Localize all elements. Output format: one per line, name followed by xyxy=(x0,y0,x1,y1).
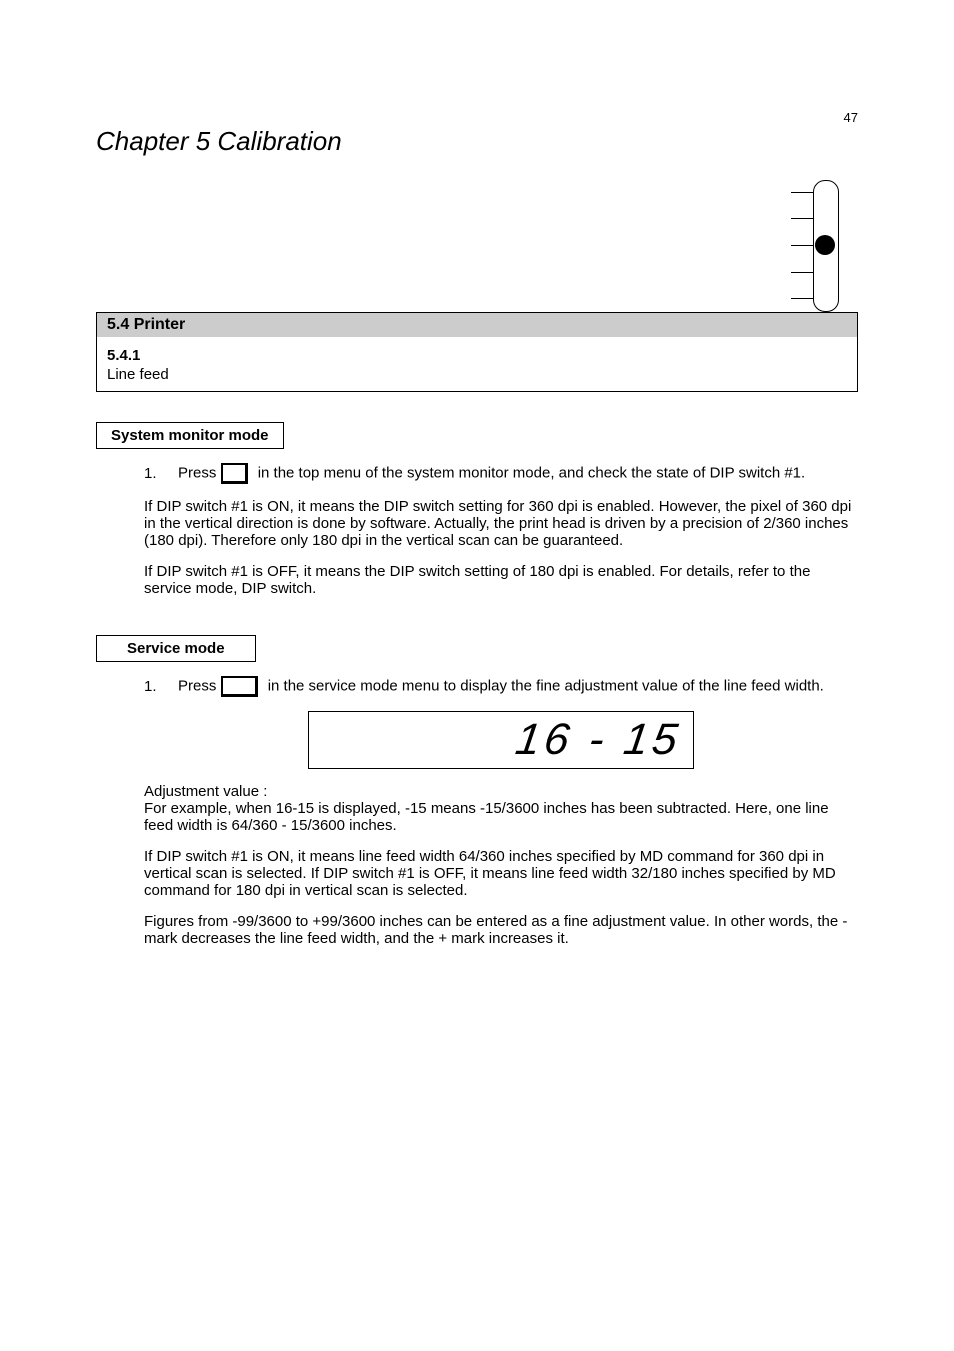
chapter-title: Chapter 5 Calibration xyxy=(96,126,858,157)
step-number: 1. xyxy=(144,465,178,482)
step-text: in the top menu of the system monitor mo… xyxy=(258,464,806,481)
step-1b: 1. Press 16 in the service mode menu to … xyxy=(144,676,858,697)
body-paragraph: If DIP switch #1 is ON, it means line fe… xyxy=(144,848,858,899)
note-paragraph: If DIP switch #1 is OFF, it means the DI… xyxy=(144,563,858,597)
step-number: 1. xyxy=(144,678,178,695)
section-header-box: 5.4 Printer 5.4.1 Line feed xyxy=(96,312,858,392)
mode-box-system-monitor: System monitor mode xyxy=(96,422,284,449)
note-paragraph: If DIP switch #1 is ON, it means the DIP… xyxy=(144,498,858,549)
step-text: Press xyxy=(178,677,221,694)
section-number-title: 5.4 Printer xyxy=(97,313,857,337)
adjustment-label: Adjustment value : xyxy=(144,783,267,800)
key-16-icon: 16 xyxy=(221,676,258,697)
page-number: 47 xyxy=(844,110,858,125)
subsection-title: Line feed xyxy=(107,366,847,383)
seven-segment-display: 16 - 15 xyxy=(513,718,684,762)
mode-box-service: Service mode xyxy=(96,635,256,662)
body-paragraph: Figures from -99/3600 to +99/3600 inches… xyxy=(144,913,858,947)
thermometer-icon xyxy=(791,180,837,310)
step-text: Press xyxy=(178,464,221,481)
display-readout-box: 16 - 15 xyxy=(308,711,694,769)
step-1a: 1. Press F in the top menu of the system… xyxy=(144,463,858,484)
subsection-number: 5.4.1 xyxy=(107,347,847,364)
step-text: in the service mode menu to display the … xyxy=(268,677,824,694)
key-f-icon: F xyxy=(221,463,248,484)
body-paragraph: For example, when 16-15 is displayed, -1… xyxy=(144,800,829,834)
